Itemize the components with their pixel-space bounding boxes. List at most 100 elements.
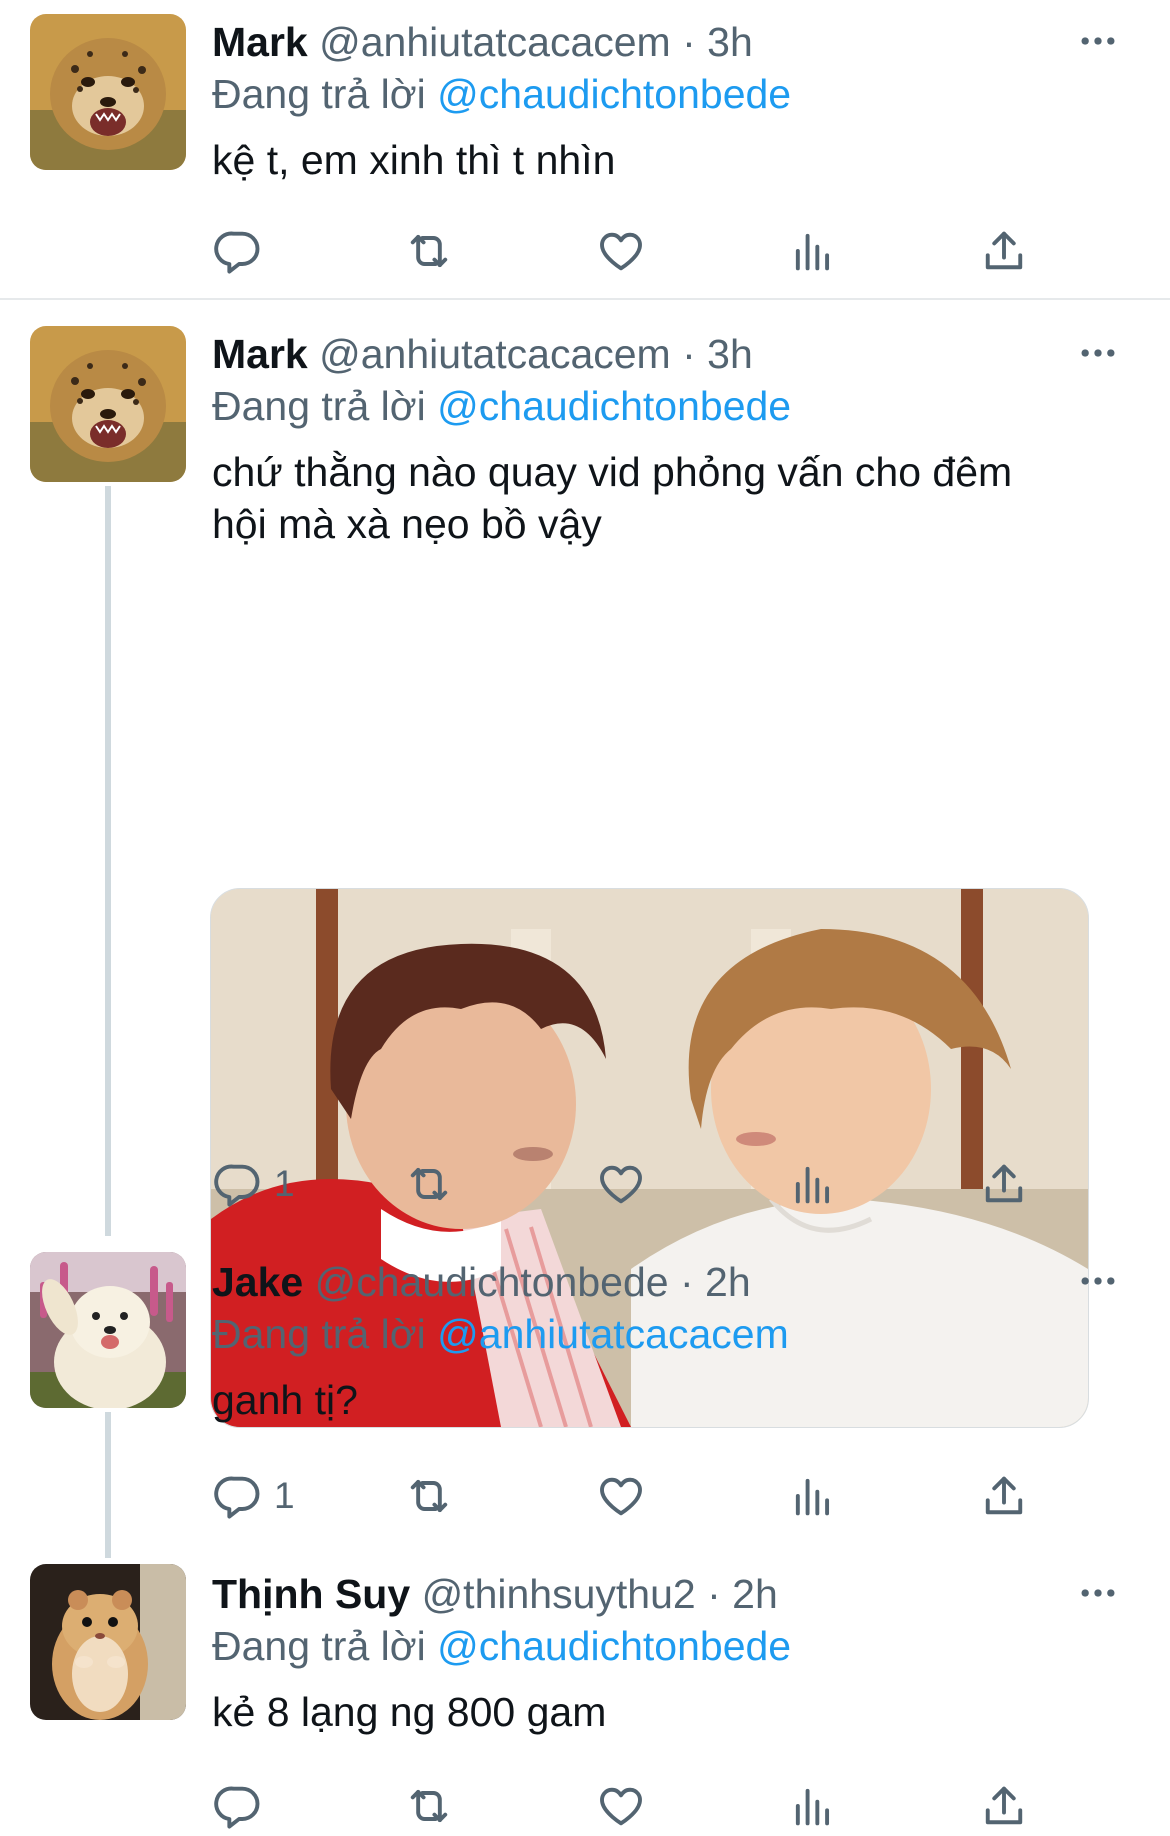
share-icon	[978, 1470, 1030, 1522]
mention-link[interactable]: @chaudichtonbede	[437, 1623, 791, 1669]
share-button[interactable]	[978, 221, 1030, 281]
separator: ·	[668, 1259, 706, 1305]
tweet-text: ganh tị?	[212, 1377, 358, 1423]
author-handle[interactable]: @chaudichtonbede	[315, 1259, 669, 1305]
reply-button[interactable]: 1	[212, 1466, 295, 1526]
retweet-button[interactable]	[403, 221, 455, 281]
share-button[interactable]	[978, 1776, 1030, 1836]
separator: ·	[670, 331, 708, 377]
more-icon[interactable]	[1076, 19, 1120, 63]
reply-icon	[212, 1470, 264, 1522]
avatar[interactable]	[30, 326, 186, 482]
timestamp[interactable]: 3h	[707, 19, 753, 65]
action-bar	[212, 221, 1052, 281]
author-name[interactable]: Mark	[212, 19, 308, 65]
retweet-button[interactable]	[403, 1776, 455, 1836]
action-bar	[212, 1776, 1052, 1836]
avatar[interactable]	[30, 14, 186, 170]
tweet-text-line: chứ thằng nào quay vid phỏng vấn cho đêm	[212, 449, 1013, 495]
tweet-header: Jake @chaudichtonbede · 2h	[212, 1256, 1140, 1308]
like-button[interactable]	[595, 1154, 647, 1214]
hamster-avatar-image	[30, 1564, 186, 1720]
tweet-header: Mark @anhiutatcacacem · 3h	[212, 16, 1140, 68]
avatar[interactable]	[30, 1252, 186, 1408]
mention-link[interactable]: @anhiutatcacacem	[437, 1311, 789, 1357]
cheetah-avatar-image	[30, 326, 186, 482]
author-handle[interactable]: @thinhsuythu2	[422, 1571, 696, 1617]
mention-link[interactable]: @chaudichtonbede	[437, 71, 791, 117]
replying-to-label: Đang trả lời	[212, 1311, 426, 1357]
replying-to: Đang trả lời @chaudichtonbede	[212, 380, 1140, 432]
dog-avatar-image	[30, 1252, 186, 1408]
separator: ·	[670, 19, 708, 65]
retweet-button[interactable]	[403, 1154, 455, 1214]
views-icon	[787, 1470, 839, 1522]
reply-count: 1	[274, 1475, 295, 1516]
action-bar: 1	[212, 1466, 1052, 1526]
replying-to: Đang trả lời @chaudichtonbede	[212, 1620, 1140, 1672]
reply-icon	[212, 1158, 264, 1210]
views-icon	[787, 1780, 839, 1832]
replying-to: Đang trả lời @anhiutatcacacem	[212, 1308, 1140, 1360]
mention-link[interactable]: @chaudichtonbede	[437, 383, 791, 429]
tweet-2[interactable]: Mark @anhiutatcacacem · 3h Đang trả lời …	[0, 300, 1170, 1428]
tweet-text-line: hội mà xà nẹo bồ vậy	[212, 501, 602, 547]
views-button[interactable]	[787, 1776, 839, 1836]
like-icon	[595, 1158, 647, 1210]
reply-count: 1	[274, 1163, 295, 1204]
share-icon	[978, 225, 1030, 277]
reply-button[interactable]: 1	[212, 1154, 295, 1214]
replying-to: Đang trả lời @chaudichtonbede	[212, 68, 1140, 120]
tweet-text: kẻ 8 lạng ng 800 gam	[212, 1689, 607, 1735]
author-name[interactable]: Thịnh Suy	[212, 1571, 410, 1617]
retweet-icon	[403, 1470, 455, 1522]
views-button[interactable]	[787, 1466, 839, 1526]
action-bar: 1	[212, 1154, 1052, 1214]
author-name[interactable]: Mark	[212, 331, 308, 377]
replying-to-label: Đang trả lời	[212, 1623, 426, 1669]
like-icon	[595, 225, 647, 277]
retweet-button[interactable]	[403, 1466, 455, 1526]
tweet-text: kệ t, em xinh thì t nhìn	[212, 137, 616, 183]
author-handle[interactable]: @anhiutatcacacem	[319, 331, 671, 377]
author-handle[interactable]: @anhiutatcacacem	[319, 19, 671, 65]
reply-icon	[212, 225, 264, 277]
more-icon[interactable]	[1076, 1571, 1120, 1615]
reply-button[interactable]	[212, 221, 264, 281]
timestamp[interactable]: 3h	[707, 331, 753, 377]
share-button[interactable]	[978, 1466, 1030, 1526]
share-icon	[978, 1780, 1030, 1832]
like-button[interactable]	[595, 1466, 647, 1526]
more-icon[interactable]	[1076, 1259, 1120, 1303]
retweet-icon	[403, 1158, 455, 1210]
views-button[interactable]	[787, 1154, 839, 1214]
author-name[interactable]: Jake	[212, 1259, 303, 1305]
reply-button[interactable]	[212, 1776, 264, 1836]
tweet-1[interactable]: Mark @anhiutatcacacem · 3h Đang trả lời …	[0, 0, 1170, 300]
like-button[interactable]	[595, 221, 647, 281]
cheetah-avatar-image	[30, 14, 186, 170]
tweet-header: Thịnh Suy @thinhsuythu2 · 2h	[212, 1568, 1140, 1620]
views-button[interactable]	[787, 221, 839, 281]
reply-icon	[212, 1780, 264, 1832]
retweet-icon	[403, 1780, 455, 1832]
replying-to-label: Đang trả lời	[212, 383, 426, 429]
tweet-header: Mark @anhiutatcacacem · 3h	[212, 328, 1140, 380]
avatar[interactable]	[30, 1564, 186, 1720]
replying-to-label: Đang trả lời	[212, 71, 426, 117]
tweet-3[interactable]: Jake @chaudichtonbede · 2h Đang trả lời …	[0, 1240, 1170, 1550]
timestamp[interactable]: 2h	[705, 1259, 751, 1305]
tweet-text: chứ thằng nào quay vid phỏng vấn cho đêm…	[212, 446, 1140, 550]
share-icon	[978, 1158, 1030, 1210]
like-button[interactable]	[595, 1776, 647, 1836]
tweet-4[interactable]: Thịnh Suy @thinhsuythu2 · 2h Đang trả lờ…	[0, 1552, 1170, 1831]
retweet-icon	[403, 225, 455, 277]
share-button[interactable]	[978, 1154, 1030, 1214]
timestamp[interactable]: 2h	[732, 1571, 778, 1617]
views-icon	[787, 225, 839, 277]
views-icon	[787, 1158, 839, 1210]
separator: ·	[695, 1571, 733, 1617]
like-icon	[595, 1470, 647, 1522]
more-icon[interactable]	[1076, 331, 1120, 375]
like-icon	[595, 1780, 647, 1832]
